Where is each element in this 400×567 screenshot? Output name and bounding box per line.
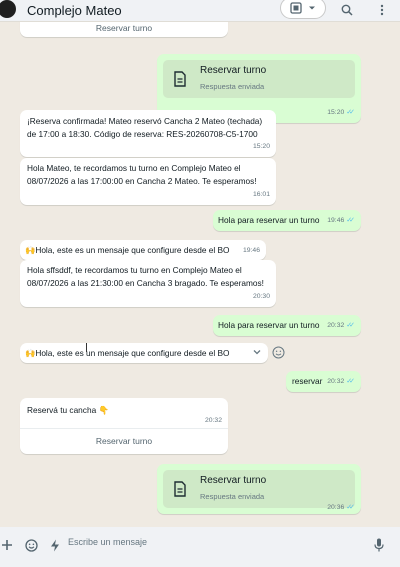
message-text: 🙌Hola, este es un mensaje que configure … xyxy=(25,348,230,358)
message-time: 15:20 ✓✓ xyxy=(327,107,355,120)
message-time: 20:32 ✓✓ xyxy=(327,376,355,389)
doc-subtitle: Respuesta enviada xyxy=(200,81,265,91)
template-message: Reservá tu cancha 👇 20:32 Reservar turno xyxy=(20,398,228,454)
message-time: 20:32 ✓✓ xyxy=(327,320,355,333)
outgoing-message: reservar 20:32 ✓✓ xyxy=(286,371,361,392)
doc-title: Reservar turno xyxy=(200,474,267,486)
voice-message-button[interactable] xyxy=(370,536,388,554)
outgoing-message: Hola para reservar un turno 19:46 ✓✓ xyxy=(213,210,361,231)
chevron-down-icon xyxy=(309,6,315,10)
message-time: 20:36 ✓✓ xyxy=(327,502,355,515)
read-ticks-icon: ✓✓ xyxy=(346,504,355,512)
microphone-icon xyxy=(374,538,384,552)
message-text: 🙌Hola, este es un mensaje que configure … xyxy=(25,245,230,255)
quick-replies-button[interactable] xyxy=(46,536,64,554)
lightning-icon xyxy=(51,539,59,551)
emoji-button[interactable] xyxy=(22,536,40,554)
message-options-button[interactable] xyxy=(252,347,264,359)
document-icon xyxy=(174,71,186,87)
message-time: 16:01 xyxy=(252,191,270,199)
incoming-message: Hola sffsddf, te recordamos tu turno en … xyxy=(20,260,276,307)
reservar-turno-button[interactable]: Reservar turno xyxy=(20,435,228,448)
search-icon xyxy=(341,4,353,16)
more-vertical-icon xyxy=(380,4,384,16)
chat-header: Complejo Mateo xyxy=(0,0,400,22)
read-ticks-icon: ✓✓ xyxy=(346,378,355,386)
media-menu-button[interactable] xyxy=(280,0,326,19)
message-time: 20:30 xyxy=(252,293,270,301)
incoming-message: 🙌Hola, este es un mensaje que configure … xyxy=(20,343,268,363)
template-message-partial: Reservar turno xyxy=(20,22,228,37)
divider xyxy=(20,428,228,429)
doc-title: Reservar turno xyxy=(200,64,267,76)
avatar[interactable] xyxy=(0,0,16,18)
message-text: Hola Mateo, te recordamos tu turno en Co… xyxy=(27,163,257,186)
chat-area[interactable]: Reservar turno Reservar turno Respuesta … xyxy=(0,22,400,527)
read-ticks-icon: ✓✓ xyxy=(346,217,355,225)
search-button[interactable] xyxy=(337,0,357,20)
message-text: ¡Reserva confirmada! Mateo reservó Canch… xyxy=(27,116,263,139)
incoming-message: 🙌Hola, este es un mensaje que configure … xyxy=(20,240,266,260)
chat-title[interactable]: Complejo Mateo xyxy=(27,3,122,18)
message-time: 15:20 xyxy=(252,143,270,151)
outgoing-message: Hola para reservar un turno 20:32 ✓✓ xyxy=(213,315,361,336)
plus-icon xyxy=(2,540,12,550)
doc-subtitle: Respuesta enviada xyxy=(200,491,265,501)
message-time: 19:46 ✓✓ xyxy=(327,215,355,228)
text-cursor-icon xyxy=(86,343,87,352)
read-ticks-icon: ✓✓ xyxy=(346,322,355,330)
sticker-icon xyxy=(24,538,38,552)
emoji-icon xyxy=(272,346,285,359)
attach-button[interactable] xyxy=(0,536,16,554)
message-time: 19:46 xyxy=(242,247,260,255)
incoming-message: ¡Reserva confirmada! Mateo reservó Canch… xyxy=(20,110,276,157)
message-text: Hola sffsddf, te recordamos tu turno en … xyxy=(27,265,264,288)
composer-bar: Escribe un mensaje xyxy=(0,527,400,567)
document-preview[interactable]: Reservar turno Respuesta enviada xyxy=(163,470,355,508)
media-icon xyxy=(290,2,302,14)
react-button[interactable] xyxy=(272,346,286,360)
chevron-down-icon xyxy=(253,350,261,355)
flow-response-card[interactable]: Reservar turno Respuesta enviada 20:36 ✓✓ xyxy=(157,464,361,514)
message-time: 20:32 xyxy=(204,417,222,424)
read-ticks-icon: ✓✓ xyxy=(346,109,355,117)
message-text: Reservá tu cancha 👇 xyxy=(27,405,109,415)
message-input[interactable]: Escribe un mensaje xyxy=(68,537,147,547)
document-icon xyxy=(174,481,186,497)
document-preview[interactable]: Reservar turno Respuesta enviada xyxy=(163,60,355,98)
menu-button[interactable] xyxy=(375,0,389,20)
reservar-turno-button[interactable]: Reservar turno xyxy=(20,22,228,35)
incoming-message: Hola Mateo, te recordamos tu turno en Co… xyxy=(20,158,276,205)
